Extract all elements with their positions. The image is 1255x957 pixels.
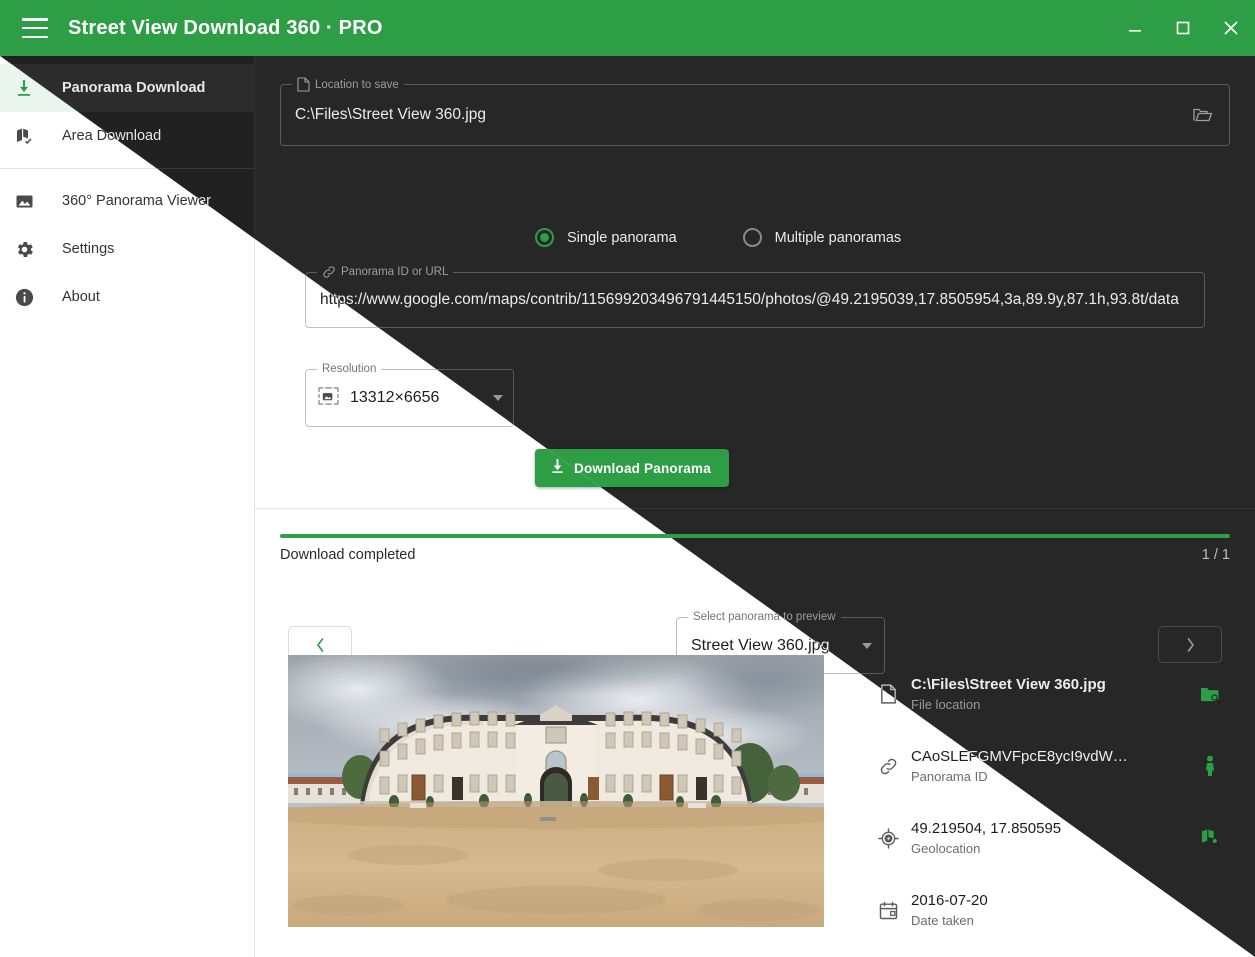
hamburger-icon[interactable]: [22, 18, 48, 38]
folder-search-icon[interactable]: [1187, 685, 1233, 704]
panorama-mode-radio-group: Single panorama Multiple panoramas: [535, 228, 901, 247]
radio-single-panorama[interactable]: Single panorama: [535, 228, 677, 247]
info-icon: [14, 285, 44, 309]
link-icon: [865, 757, 911, 776]
panorama-graphic: [288, 655, 824, 927]
panorama-preview-image[interactable]: [288, 655, 824, 927]
radio-label: Multiple panoramas: [774, 229, 902, 246]
location-field-legend: Location to save: [292, 77, 404, 92]
maximize-icon[interactable]: [1159, 0, 1207, 56]
panorama-url-field[interactable]: Panorama ID or URL https://www.google.co…: [305, 265, 1205, 328]
pegman-icon[interactable]: [1187, 755, 1233, 777]
download-counter: 1 / 1: [1201, 547, 1230, 563]
minimize-icon[interactable]: [1111, 0, 1159, 56]
resolution-legend: Resolution: [317, 362, 382, 376]
title-bar: Street View Download 360 · PRO: [0, 0, 1255, 56]
download-panorama-label: Download Panorama: [574, 460, 711, 476]
sidebar-item-label: Panorama Download: [62, 80, 206, 96]
resolution-value: 13312×6656: [350, 389, 440, 406]
detail-value: C:\Files\Street View 360.jpg: [911, 676, 1106, 693]
chevron-down-icon[interactable]: [862, 642, 872, 649]
sidebar-item-settings[interactable]: Settings: [0, 225, 254, 273]
image-icon: [14, 189, 44, 213]
link-icon: [323, 266, 335, 278]
detail-sublabel: Date taken: [911, 913, 974, 928]
download-icon: [550, 458, 565, 479]
radio-multiple-panoramas[interactable]: Multiple panoramas: [742, 228, 902, 247]
window-controls: [1111, 0, 1255, 56]
app-title: Street View Download 360 · PRO: [68, 16, 383, 39]
radio-dot: [742, 228, 762, 247]
gear-icon: [14, 237, 44, 261]
chevron-right-icon: [1187, 637, 1194, 652]
calendar-icon: [865, 901, 911, 920]
resolution-label: Resolution: [322, 363, 377, 375]
target-icon: [865, 827, 911, 849]
url-field-label: Panorama ID or URL: [341, 266, 449, 278]
map-check-icon: [14, 124, 44, 148]
chevron-down-icon[interactable]: [493, 395, 503, 401]
url-field-legend: Panorama ID or URL: [317, 265, 454, 279]
location-input-value[interactable]: C:\Files\Street View 360.jpg: [281, 85, 1229, 145]
detail-value: 2016-07-20: [911, 892, 988, 909]
url-input-value[interactable]: https://www.google.com/maps/contrib/1156…: [306, 273, 1204, 327]
sidebar-item-about[interactable]: About: [0, 273, 254, 321]
preview-select-value: Street View 360.jpg: [691, 636, 830, 654]
close-icon[interactable]: [1207, 0, 1255, 56]
sidebar-item-label: Settings: [62, 241, 115, 257]
detail-sublabel: File location: [911, 697, 981, 712]
map-search-icon[interactable]: [1187, 828, 1233, 848]
location-to-save-field[interactable]: Location to save C:\Files\Street View 36…: [280, 77, 1230, 146]
download-status-text: Download completed: [280, 547, 416, 563]
image-size-icon: [318, 386, 339, 410]
radio-label: Single panorama: [567, 229, 677, 246]
radio-dot: [535, 228, 554, 247]
sidebar-item-label: 360° Panorama Viewer: [62, 193, 212, 209]
folder-open-icon[interactable]: [1185, 98, 1219, 132]
location-field-label: Location to save: [315, 78, 399, 91]
file-icon: [297, 77, 310, 92]
sidebar-item-label: About: [62, 289, 100, 305]
chevron-left-icon: [316, 637, 323, 652]
app-window: Street View Download 360 · PRO Panorama: [0, 0, 1255, 957]
